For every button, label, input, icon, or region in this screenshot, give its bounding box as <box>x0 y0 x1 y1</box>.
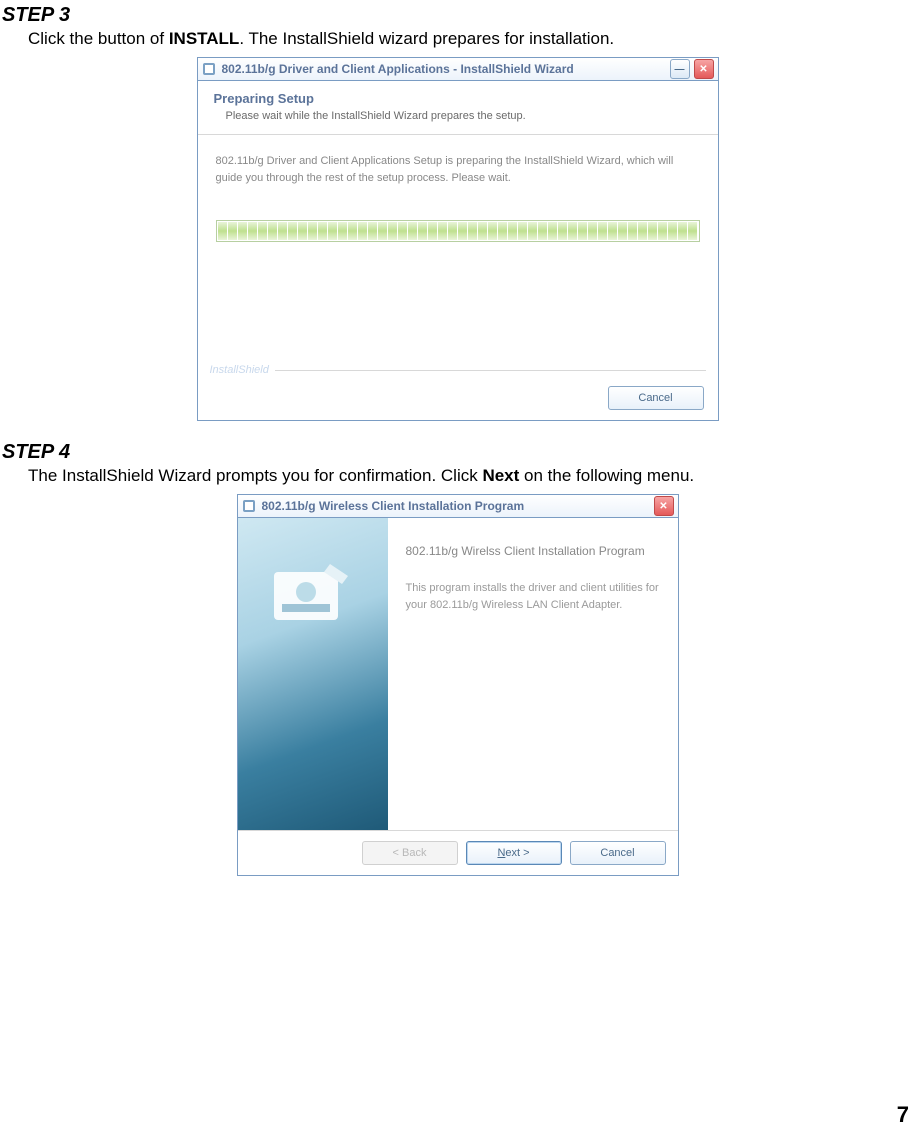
divider <box>275 370 706 371</box>
step4-heading: STEP 4 <box>2 441 915 464</box>
progress-bar <box>216 220 700 242</box>
dialog1-header-title: Preparing Setup <box>214 91 702 106</box>
close-button[interactable]: ✕ <box>654 496 674 516</box>
dialog2-main-desc: This program installs the driver and cli… <box>406 580 660 613</box>
back-button: < Back <box>362 841 458 865</box>
installer-icon <box>242 499 256 513</box>
step3-body-prefix: Click the button of <box>28 29 169 48</box>
dialog1-titlebar: 802.11b/g Driver and Client Applications… <box>198 58 718 81</box>
dialog2-footer: < Back Next > Cancel <box>238 830 678 875</box>
next-button[interactable]: Next > <box>466 841 562 865</box>
dialog1-message: 802.11b/g Driver and Client Applications… <box>216 153 700 186</box>
cancel-button[interactable]: Cancel <box>608 386 704 410</box>
close-button[interactable]: ✕ <box>694 59 714 79</box>
step3-heading: STEP 3 <box>2 4 915 27</box>
wizard-graphic-icon <box>260 554 360 654</box>
step4-body: The InstallShield Wizard prompts you for… <box>28 466 915 486</box>
dialog2-main: 802.11b/g Wirelss Client Installation Pr… <box>388 518 678 830</box>
dialog1-title: 802.11b/g Driver and Client Applications… <box>222 62 666 76</box>
step4-body-bold: Next <box>482 466 519 485</box>
page-number: 7 <box>897 1102 909 1128</box>
installshield-preparing-dialog: 802.11b/g Driver and Client Applications… <box>197 57 719 421</box>
step3-body: Click the button of INSTALL. The Install… <box>28 29 915 49</box>
step3-body-suffix: . The InstallShield wizard prepares for … <box>239 29 614 48</box>
install-program-dialog: 802.11b/g Wireless Client Installation P… <box>237 494 679 876</box>
dialog1-header: Preparing Setup Please wait while the In… <box>198 81 718 135</box>
step4-body-suffix: on the following menu. <box>519 466 694 485</box>
step3-body-bold: INSTALL <box>169 29 240 48</box>
dialog2-titlebar: 802.11b/g Wireless Client Installation P… <box>238 495 678 518</box>
step4-body-prefix: The InstallShield Wizard prompts you for… <box>28 466 482 485</box>
installshield-brand: InstallShield <box>210 364 269 376</box>
cancel-button[interactable]: Cancel <box>570 841 666 865</box>
dialog1-header-sub: Please wait while the InstallShield Wiza… <box>226 110 702 122</box>
installer-icon <box>202 62 216 76</box>
minimize-button[interactable]: — <box>670 59 690 79</box>
dialog2-sidebar <box>238 518 388 830</box>
dialog2-title: 802.11b/g Wireless Client Installation P… <box>262 499 650 513</box>
dialog2-main-title: 802.11b/g Wirelss Client Installation Pr… <box>406 544 660 558</box>
